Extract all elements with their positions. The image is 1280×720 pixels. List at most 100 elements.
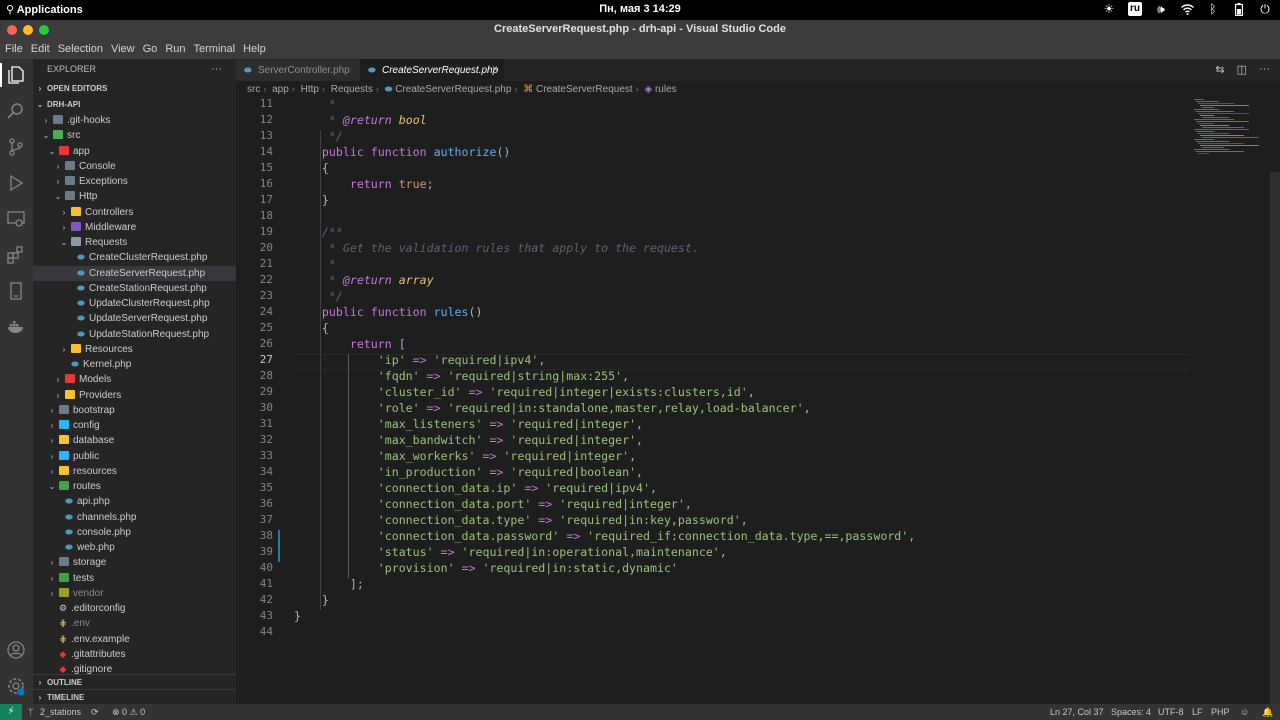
outline-section[interactable]: › OUTLINE	[33, 674, 236, 690]
open-changes-icon[interactable]: ⇆	[1215, 63, 1224, 76]
file-item[interactable]: ⬬ CreateServerRequest.php	[33, 265, 236, 281]
file-item[interactable]: ⬬ channels.php	[33, 510, 236, 525]
folder-item[interactable]: ⌄ Http	[33, 189, 236, 204]
breadcrumb-item[interactable]: CreateServerRequest.php	[395, 84, 511, 95]
breadcrumb-item[interactable]: CreateServerRequest	[536, 84, 633, 95]
manage-gear-icon[interactable]	[5, 675, 27, 697]
menu-edit[interactable]: Edit	[31, 43, 56, 55]
more-actions-icon[interactable]: ···	[211, 59, 222, 79]
breadcrumb-item[interactable]: Http	[301, 84, 319, 95]
folder-item[interactable]: › .git-hooks	[33, 113, 236, 128]
menu-help[interactable]: Help	[243, 43, 272, 55]
problems-indicator[interactable]: ⊗ 0 ⚠ 0	[112, 704, 145, 720]
sync-icon[interactable]: ⟳	[91, 704, 99, 720]
folder-item[interactable]: › public	[33, 449, 236, 464]
power-icon[interactable]: ⏻	[1258, 2, 1272, 16]
run-debug-icon[interactable]	[5, 172, 27, 194]
breadcrumb-item[interactable]: src	[247, 84, 260, 95]
notifications-icon[interactable]: 🔔	[1262, 704, 1273, 720]
minimap[interactable]	[1190, 98, 1270, 704]
phone-device-icon[interactable]	[5, 280, 27, 302]
open-editors-section[interactable]: › OPEN EDITORS	[33, 81, 236, 97]
folder-item[interactable]: › database	[33, 433, 236, 448]
language-mode[interactable]: PHP	[1211, 704, 1230, 720]
project-section[interactable]: ⌄ DRH-API	[33, 97, 236, 113]
file-item[interactable]: ⬬ Kernel.php	[33, 357, 236, 372]
folder-icon	[59, 450, 69, 460]
file-item[interactable]: ⋕ .env.example	[33, 632, 236, 647]
folder-item[interactable]: › vendor	[33, 586, 236, 601]
menu-selection[interactable]: Selection	[58, 43, 109, 55]
volume-icon[interactable]: 🕪	[1154, 2, 1168, 16]
end-of-line[interactable]: LF	[1192, 704, 1203, 720]
split-editor-icon[interactable]: ◫	[1237, 63, 1247, 76]
folder-item[interactable]: › resources	[33, 464, 236, 479]
menu-file[interactable]: File	[5, 43, 29, 55]
folder-item[interactable]: › config	[33, 418, 236, 433]
file-item[interactable]: ⬬ UpdateServerRequest.php	[33, 311, 236, 326]
folder-item[interactable]: › Console	[33, 159, 236, 174]
feedback-icon[interactable]: ☺	[1240, 704, 1249, 720]
folder-item[interactable]: › Middleware	[33, 220, 236, 235]
chevron-right-icon: ›	[62, 344, 66, 354]
file-item[interactable]: ⬬ CreateClusterRequest.php	[33, 250, 236, 265]
file-item[interactable]: ⬬ api.php	[33, 494, 236, 509]
brightness-icon[interactable]: ☀	[1102, 2, 1116, 16]
clock[interactable]: Пн, мая 3 14:29	[0, 3, 1280, 15]
file-item[interactable]: ⚙ .editorconfig	[33, 601, 236, 616]
code-editor[interactable]: 11 * 12 * @return bool 13 */ 14 public func…	[236, 98, 1280, 704]
indentation[interactable]: Spaces: 4	[1111, 704, 1151, 720]
remote-indicator[interactable]: ⚡	[0, 704, 22, 720]
folder-item[interactable]: › Providers	[33, 388, 236, 403]
file-item[interactable]: ⬬ UpdateStationRequest.php	[33, 327, 236, 342]
menu-run[interactable]: Run	[165, 43, 191, 55]
tab-server-controller[interactable]: ⬬ ServerController.php	[236, 59, 360, 81]
folder-item[interactable]: › Controllers	[33, 205, 236, 220]
source-control-icon[interactable]	[5, 136, 27, 158]
code-token: /**	[294, 225, 343, 239]
folder-item[interactable]: › Resources	[33, 342, 236, 357]
folder-item[interactable]: ⌄ routes	[33, 479, 236, 494]
tab-create-server-request[interactable]: ⬬ CreateServerRequest.php ×	[360, 59, 504, 81]
keyboard-layout-indicator[interactable]: ru	[1128, 2, 1142, 16]
cursor-position[interactable]: Ln 27, Col 37	[1050, 704, 1104, 720]
accounts-icon[interactable]	[5, 639, 27, 661]
timeline-section[interactable]: › TIMELINE	[33, 689, 236, 704]
more-actions-icon[interactable]: ···	[1259, 63, 1270, 76]
explorer-icon[interactable]	[5, 64, 27, 86]
search-icon[interactable]	[5, 100, 27, 122]
bluetooth-icon[interactable]: ᛒ	[1206, 2, 1220, 16]
file-item[interactable]: ⬬ CreateStationRequest.php	[33, 281, 236, 296]
git-branch[interactable]: 2_stations	[40, 704, 81, 720]
encoding[interactable]: UTF-8	[1158, 704, 1184, 720]
menu-view[interactable]: View	[111, 43, 141, 55]
folder-item[interactable]: ⌄ app	[33, 144, 236, 159]
folder-item[interactable]: › Exceptions	[33, 174, 236, 189]
tree-item-label: src	[67, 130, 81, 142]
menu-terminal[interactable]: Terminal	[194, 43, 242, 55]
breadcrumb-item[interactable]: app	[272, 84, 289, 95]
close-tab-icon[interactable]: ×	[492, 59, 498, 81]
file-item[interactable]: ⬬ web.php	[33, 540, 236, 555]
breadcrumb-item[interactable]: Requests	[331, 84, 373, 95]
file-item[interactable]: ⬬ UpdateClusterRequest.php	[33, 296, 236, 311]
folder-item[interactable]: ⌄ src	[33, 128, 236, 143]
file-item[interactable]: ◆ .gitattributes	[33, 647, 236, 662]
docker-icon[interactable]	[5, 316, 27, 338]
battery-icon[interactable]	[1232, 2, 1246, 16]
file-item[interactable]: ⬬ console.php	[33, 525, 236, 540]
folder-item[interactable]: › bootstrap	[33, 403, 236, 418]
chevron-right-icon: ›	[50, 451, 54, 461]
folder-item[interactable]: › Models	[33, 372, 236, 387]
scrollbar-thumb[interactable]	[1270, 172, 1280, 704]
remote-explorer-icon[interactable]	[5, 208, 27, 230]
tree-item-label: resources	[73, 465, 117, 477]
wifi-icon[interactable]	[1180, 2, 1194, 16]
breadcrumb-item[interactable]: rules	[655, 84, 677, 95]
folder-item[interactable]: › tests	[33, 571, 236, 586]
file-item[interactable]: ⋕ .env	[33, 616, 236, 631]
extensions-icon[interactable]	[5, 244, 27, 266]
folder-item[interactable]: › storage	[33, 555, 236, 570]
menu-go[interactable]: Go	[143, 43, 164, 55]
folder-item[interactable]: ⌄ Requests	[33, 235, 236, 250]
